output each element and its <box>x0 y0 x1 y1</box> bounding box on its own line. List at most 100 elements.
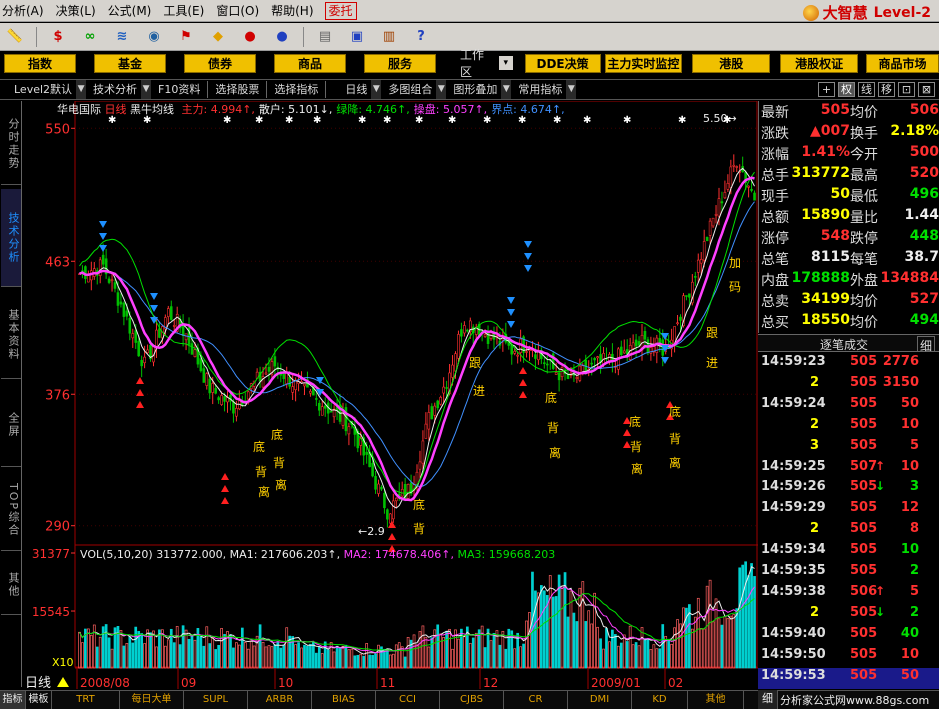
trades-list[interactable]: 14:59:23 505 2776 2 505 3150 14:59:24 505 50 2 505… <box>758 352 939 690</box>
rights-button[interactable]: 权 <box>838 82 855 97</box>
btab-kd[interactable]: KD <box>632 691 688 709</box>
menu-tools[interactable]: 工具(E) <box>158 2 211 19</box>
tab-overlay[interactable]: 图形叠加 <box>449 80 501 99</box>
volume-bar <box>374 653 377 669</box>
ruler-icon[interactable]: 📏 <box>4 27 26 47</box>
maximize-button[interactable]: ⊡ <box>898 82 915 97</box>
workspace-dropdown-icon[interactable]: ▾ <box>499 56 513 70</box>
volume-bar <box>394 644 398 669</box>
tab-dropdown-icon[interactable]: ▼ <box>566 80 577 99</box>
btab-dmi[interactable]: DMI <box>568 691 632 709</box>
close-panel-button[interactable]: ⊠ <box>918 82 935 97</box>
menu-window[interactable]: 窗口(O) <box>211 2 266 19</box>
menu-help[interactable]: 帮助(H) <box>266 2 320 19</box>
tab-technical[interactable]: 技术分析 <box>89 80 141 99</box>
btab-indicator[interactable]: 指标 <box>0 691 26 709</box>
volume-bar <box>208 643 212 669</box>
btab-template[interactable]: 模板 <box>26 691 52 709</box>
tab-multi-chart[interactable]: 多图组合 <box>384 80 436 99</box>
btab-other[interactable]: 其他 <box>688 691 744 709</box>
mode-label: 日线 <box>25 676 51 689</box>
btab-cjbs[interactable]: CJBS <box>440 691 504 709</box>
btab-cr[interactable]: CR <box>504 691 568 709</box>
btab-daily-big[interactable]: 每日大单 <box>120 691 184 709</box>
tab-select-indicator[interactable]: 选择指标 <box>270 80 322 99</box>
candle-body <box>747 185 750 188</box>
line-button[interactable]: 线 <box>858 82 875 97</box>
diamond-icon[interactable]: ◆ <box>207 27 229 47</box>
side-tab-other[interactable]: 其他 <box>1 555 21 615</box>
glasses-icon[interactable]: ∞ <box>79 27 101 47</box>
menu-decision[interactable]: 决策(L) <box>51 2 103 19</box>
delegate-button[interactable]: 委托 <box>324 1 357 20</box>
side-tab-intraday[interactable]: 分时走势 <box>1 103 21 185</box>
tab-common-indicators[interactable]: 常用指标 <box>514 80 566 99</box>
btab-bias[interactable]: BIAS <box>312 691 376 709</box>
chart-annotation: 进 <box>473 384 485 398</box>
trades-footer-detail[interactable]: 细 <box>758 690 778 709</box>
btab-supl[interactable]: SUPL <box>184 691 248 709</box>
tab-dropdown-icon[interactable]: ▼ <box>501 80 512 99</box>
candle-body <box>146 349 149 354</box>
btab-cci[interactable]: CCI <box>376 691 440 709</box>
globe-red-icon[interactable]: ● <box>239 27 261 47</box>
nav-service-button[interactable]: 服务 <box>364 53 436 73</box>
crosshair-button[interactable]: + <box>818 82 835 97</box>
quote-row: 涨跌 ▲007 换手 2.18% <box>761 123 939 144</box>
volume-bar <box>309 643 312 669</box>
quote-label: 现手 <box>761 189 789 205</box>
nav-commodity-market-button[interactable]: 商品市场 <box>866 53 939 73</box>
tab-dropdown-icon[interactable]: ▼ <box>141 80 152 99</box>
volume-bar <box>560 585 564 669</box>
menu-formula[interactable]: 公式(M) <box>103 2 159 19</box>
buy-signal-icon <box>221 485 229 492</box>
volume-bar <box>622 634 626 669</box>
candle-body <box>137 340 140 357</box>
nav-dde-button[interactable]: DDE决策 <box>524 53 601 73</box>
tab-f10[interactable]: F10资料 <box>154 80 204 99</box>
trade-price: 505 <box>850 646 878 662</box>
side-tab-top[interactable]: TOP综合 <box>1 471 21 551</box>
books-icon[interactable]: ▥ <box>378 27 400 47</box>
tab-dropdown-icon[interactable]: ▼ <box>436 80 447 99</box>
side-tab-technical[interactable]: 技术分析 <box>1 189 21 287</box>
nav-index-button[interactable]: 指数 <box>4 53 76 73</box>
volume-bar <box>323 641 327 669</box>
move-button[interactable]: 移 <box>878 82 895 97</box>
sell-signal-icon <box>507 297 515 304</box>
btab-arbr[interactable]: ARBR <box>248 691 312 709</box>
tab-daily[interactable]: 日线 <box>341 80 371 99</box>
nav-hk-stock-button[interactable]: 港股 <box>692 53 771 73</box>
menu-analysis[interactable]: 分析(A) <box>0 2 51 19</box>
tab-level2-default[interactable]: Level2默认 <box>0 80 76 99</box>
candle-body <box>329 410 333 413</box>
nav-hk-warrant-button[interactable]: 港股权证 <box>780 53 858 73</box>
help-cursor-icon[interactable]: ? <box>410 27 432 47</box>
tab-select-stock[interactable]: 选择股票 <box>211 80 263 99</box>
nav-fund-button[interactable]: 基金 <box>94 53 166 73</box>
binoculars-icon[interactable]: ◉ <box>143 27 165 47</box>
volume-bar <box>243 642 247 669</box>
sell-signal-icon <box>507 309 515 316</box>
candle-body <box>430 406 434 420</box>
volume-bar <box>267 645 271 669</box>
volume-bar <box>412 634 416 669</box>
kline-chart-area[interactable]: 550 463 376 290 5.50→ ←2.9 ✱ ✱ ✱ ✱ ✱ ✱ ✱ ✱ ✱ ✱ ✱ ✱ ✱ ✱ ✱ ✱ ✱ 底背… <box>23 101 758 689</box>
nav-bond-button[interactable]: 债券 <box>184 53 256 73</box>
tab-dropdown-icon[interactable]: ▼ <box>76 80 87 99</box>
tab-dropdown-icon[interactable]: ▼ <box>371 80 382 99</box>
side-tab-fullscreen[interactable]: 全屏 <box>1 383 21 467</box>
side-tab-basic[interactable]: 基本资料 <box>1 291 21 379</box>
alert-icon[interactable]: ⚑ <box>175 27 197 47</box>
print-icon[interactable]: ▤ <box>314 27 336 47</box>
window-icon[interactable]: ▣ <box>346 27 368 47</box>
kline-chart-svg[interactable]: 5504633762905.50→←2.9✱ ✱ ✱ ✱ ✱ ✱ ✱ ✱ ✱ ✱ ✱ ✱ ✱ ✱ ✱ ✱ ✱底背… <box>23 101 758 689</box>
nav-commodity-button[interactable]: 商品 <box>274 53 346 73</box>
sell-signal-icon <box>507 321 515 328</box>
layers-icon[interactable]: ≋ <box>111 27 133 47</box>
volume-bar <box>273 644 277 669</box>
nav-monitor-button[interactable]: 主力实时监控 <box>604 53 683 73</box>
btab-trt[interactable]: TRT <box>52 691 120 709</box>
dollar-icon[interactable]: $ <box>47 27 69 47</box>
globe-blue-icon[interactable]: ● <box>271 27 293 47</box>
